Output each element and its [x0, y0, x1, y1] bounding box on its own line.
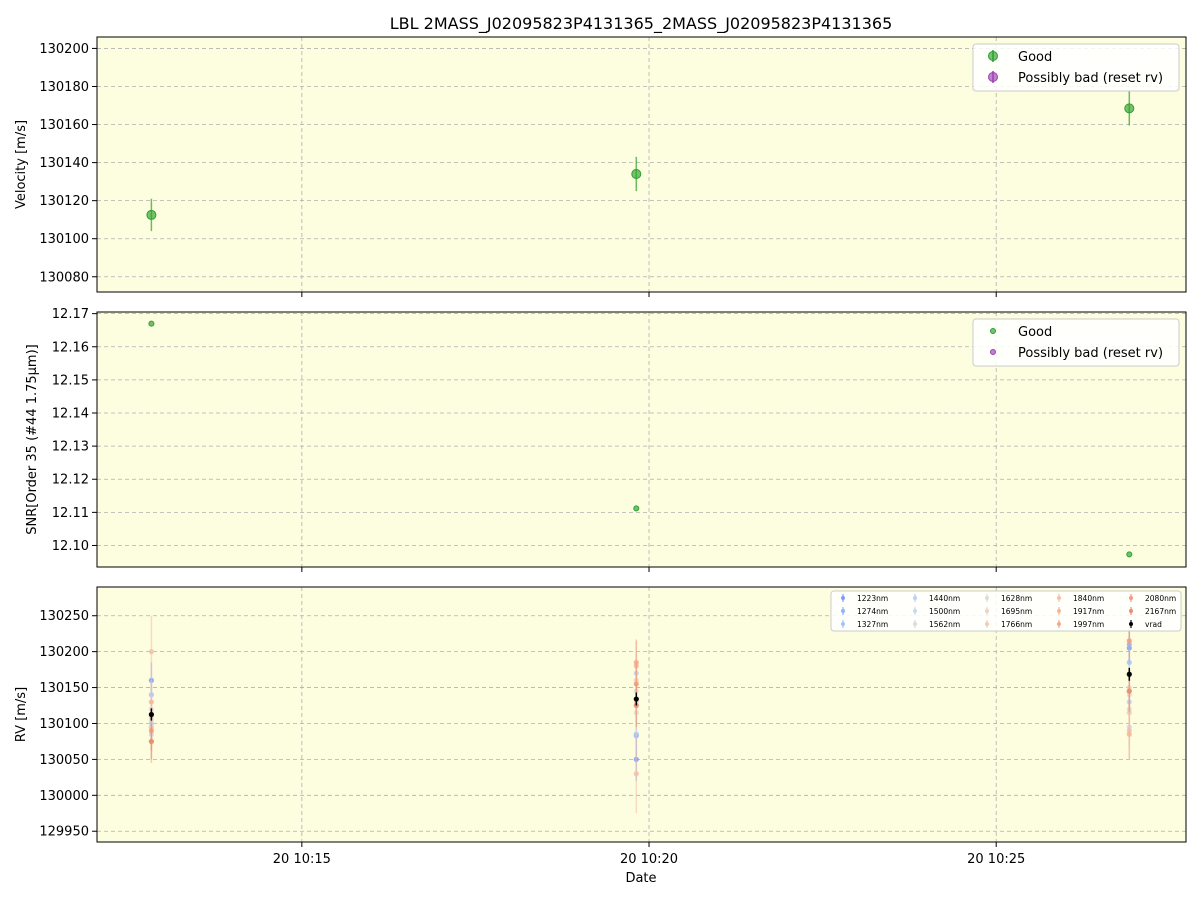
legend-label: Good: [1018, 50, 1052, 65]
legend-label: 2080nm: [1145, 594, 1176, 603]
panels: 130080 130100 130120 130140 130160 130180 1302…: [14, 36, 1187, 867]
legend-marker: [913, 609, 917, 613]
legend-marker: [985, 596, 989, 600]
legend-label: 1440nm: [929, 594, 960, 603]
data-point: [1126, 551, 1133, 558]
panel-2: 12.10 12.11 12.12 12.13 12.14 12.15 12.16 12.17…: [25, 307, 1187, 572]
legend-label: 1766nm: [1001, 620, 1032, 629]
x-axis-label: Date: [625, 871, 656, 886]
legend-marker: [1129, 609, 1133, 613]
legend: 1223nm 1274nm 1327nm 1440nm 1500nm 1562nm 1628…: [830, 590, 1182, 632]
y-tick-label: 130140: [39, 156, 89, 171]
legend-marker: [985, 622, 989, 626]
data-point: [1126, 731, 1132, 737]
x-tick-label: 20 10:25: [967, 852, 1025, 867]
legend-marker: [988, 51, 998, 61]
y-tick-label: 12.11: [52, 506, 89, 521]
y-tick-label: 12.10: [52, 539, 89, 554]
legend-marker: [1057, 596, 1061, 600]
y-tick-label: 12.16: [52, 340, 89, 355]
legend-marker: [1057, 622, 1061, 626]
y-tick-label: 12.13: [52, 440, 89, 455]
legend-label: 1327nm: [857, 620, 888, 629]
x-tick-label: 20 10:15: [273, 852, 331, 867]
data-point: [633, 505, 640, 512]
y-tick-label: 130200: [39, 42, 89, 57]
data-point: [148, 699, 154, 705]
y-tick-label: 130100: [39, 717, 89, 732]
y-axis-label: RV [m/s]: [14, 687, 29, 742]
y-tick-label: 12.14: [52, 407, 89, 422]
legend-marker: [988, 72, 998, 82]
legend-label: 1840nm: [1073, 594, 1104, 603]
y-tick-label: 130000: [39, 789, 89, 804]
legend-label: 1562nm: [929, 620, 960, 629]
data-point: [631, 169, 642, 180]
y-tick-label: 130150: [39, 681, 89, 696]
legend-marker: [1057, 609, 1061, 613]
figure-title: LBL 2MASS_J02095823P4131365_2MASS_J02095…: [390, 14, 893, 34]
legend-marker: [913, 622, 917, 626]
legend-label: 1274nm: [857, 607, 888, 616]
legend-label: 1695nm: [1001, 607, 1032, 616]
legend-label: vrad: [1145, 620, 1162, 629]
legend-label: 2167nm: [1145, 607, 1176, 616]
legend-label: 1223nm: [857, 594, 888, 603]
legend-marker: [841, 609, 845, 613]
y-tick-label: 130120: [39, 194, 89, 209]
data-point: [146, 209, 157, 220]
legend-label: 1917nm: [1073, 607, 1104, 616]
legend: Good Possibly bad (reset rv): [972, 43, 1180, 92]
data-point: [148, 711, 154, 718]
legend-label: Possibly bad (reset rv): [1018, 346, 1163, 361]
y-tick-label: 130180: [39, 80, 89, 95]
y-tick-label: 130050: [39, 753, 89, 768]
legend-marker: [913, 596, 917, 600]
y-tick-label: 130200: [39, 645, 89, 660]
legend-marker: [841, 596, 845, 600]
legend-marker: [990, 328, 996, 334]
legend-marker: [1129, 622, 1133, 626]
data-point: [148, 649, 154, 655]
legend-label: Good: [1018, 325, 1052, 340]
legend-label: 1628nm: [1001, 594, 1032, 603]
y-tick-label: 130080: [39, 270, 89, 285]
data-point: [1126, 688, 1132, 694]
data-point: [148, 320, 155, 327]
y-axis-label: SNR[Order 35 (#44 1.75μm)]: [25, 344, 40, 535]
data-point: [1124, 103, 1135, 114]
legend-marker: [990, 349, 996, 355]
rv-diagnostic-figure: LBL 2MASS_J02095823P4131365_2MASS_J02095…: [14, 14, 1187, 886]
data-point: [1126, 638, 1132, 644]
y-tick-label: 130160: [39, 118, 89, 133]
legend-marker: [1129, 596, 1133, 600]
y-tick-label: 12.17: [52, 307, 89, 322]
y-tick-label: 12.15: [52, 373, 89, 388]
panel-3: 20 10:15 20 10:20 20 10:25 129950 130000 1300…: [14, 586, 1187, 867]
y-tick-label: 130250: [39, 609, 89, 624]
y-tick-label: 129950: [39, 825, 89, 840]
y-tick-label: 12.12: [52, 473, 89, 488]
legend-label: 1997nm: [1073, 620, 1104, 629]
data-point: [1126, 671, 1132, 677]
legend-marker: [985, 609, 989, 613]
panel-1: 130080 130100 130120 130140 130160 130180 1302…: [14, 36, 1187, 297]
y-tick-label: 130100: [39, 232, 89, 247]
data-point: [148, 738, 154, 745]
legend: Good Possibly bad (reset rv): [972, 318, 1180, 367]
x-tick-label: 20 10:20: [620, 852, 678, 867]
y-axis-label: Velocity [m/s]: [14, 120, 29, 209]
legend-label: Possibly bad (reset rv): [1018, 71, 1163, 86]
legend-label: 1500nm: [929, 607, 960, 616]
data-point: [633, 771, 639, 777]
legend-marker: [841, 622, 845, 626]
data-point: [633, 696, 639, 702]
